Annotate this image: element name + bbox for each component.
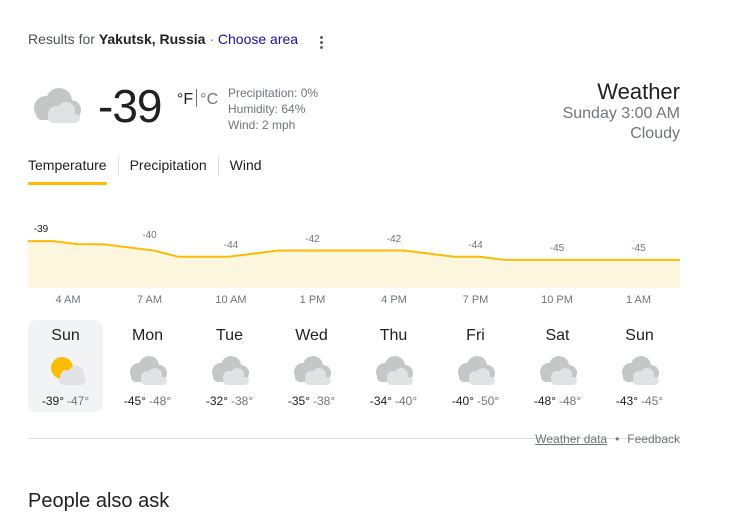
tab-divider	[217, 157, 219, 176]
day-low: -38°	[313, 394, 336, 408]
temperature-area	[28, 241, 680, 288]
hourly-time-label: 7 AM	[136, 294, 163, 306]
day-temps: -40° -50°	[438, 394, 513, 408]
day-high: -40°	[451, 394, 474, 408]
wind-text: Wind: 2 mph	[228, 118, 296, 132]
tab-divider	[117, 157, 119, 176]
hourly-time-label: 4 PM	[381, 294, 407, 306]
location-separator: ·	[209, 31, 214, 47]
day-low: -40°	[395, 394, 418, 408]
hourly-temp-label: -42	[386, 233, 402, 245]
day-name: Wed	[295, 327, 328, 344]
day-card[interactable]: Sun -43° -45°	[602, 320, 677, 412]
day-name: Thu	[379, 327, 408, 344]
day-high: -35°	[287, 394, 310, 408]
day-name: Tue	[216, 327, 243, 344]
cloudy-icon	[373, 353, 415, 387]
cloudy-icon	[127, 353, 169, 387]
day-card[interactable]: Mon -45° -48°	[110, 320, 185, 412]
hourly-temp-label: -40	[142, 230, 157, 242]
unit-toggle: °F °C	[177, 89, 218, 109]
footer: Weather data • Feedback	[535, 432, 680, 446]
hourly-chart-svg	[28, 240, 680, 288]
more-vert-icon[interactable]	[314, 33, 328, 51]
day-name: Sun	[625, 327, 654, 344]
day-low: -48°	[559, 394, 582, 408]
day-temps: -35° -38°	[274, 394, 349, 408]
hourly-temp-label: -45	[549, 242, 565, 254]
day-temps: -43° -45°	[602, 394, 677, 408]
hourly-temp-label: -42	[305, 233, 320, 245]
day-high: -34°	[369, 394, 392, 408]
weather-datetime: Sunday 3:00 AM	[562, 105, 680, 122]
day-temps: -48° -48°	[520, 394, 595, 408]
hourly-time-label: 4 AM	[55, 294, 81, 306]
day-name: Mon	[131, 327, 164, 344]
weather-details: Precipitation: 0% Humidity: 64% Wind: 2 …	[228, 85, 318, 133]
day-card[interactable]: Fri -40° -50°	[438, 320, 513, 412]
day-high: -39°	[41, 394, 64, 408]
weather-tabs: Temperature Precipitation Wind	[28, 155, 262, 185]
humidity-text: Humidity: 64%	[228, 102, 306, 116]
hourly-temp-label: -44	[468, 239, 483, 251]
day-temps: -34° -40°	[356, 394, 431, 408]
day-low: -38°	[231, 394, 254, 408]
hourly-temp-label: -44	[223, 239, 239, 251]
day-temps: -45° -48°	[110, 394, 185, 408]
day-card[interactable]: Tue -32° -38°	[192, 320, 267, 412]
weather-data-link[interactable]: Weather data	[535, 432, 607, 446]
day-name: Sat	[545, 327, 570, 344]
footer-dot: •	[615, 432, 620, 446]
cloudy-icon	[619, 353, 661, 387]
tab-wind[interactable]: Wind	[230, 155, 262, 183]
location-name: Yakutsk, Russia	[98, 31, 206, 47]
tab-temperature[interactable]: Temperature	[28, 155, 107, 185]
day-low: -45°	[641, 394, 664, 408]
results-prefix: Results for	[28, 31, 95, 47]
fahrenheit-toggle[interactable]: °F	[177, 91, 193, 108]
day-high: -32°	[205, 394, 228, 408]
hourly-time-label: 7 PM	[462, 294, 489, 306]
day-low: -47°	[67, 394, 90, 408]
day-high: -43°	[615, 394, 638, 408]
cloudy-icon	[209, 353, 251, 387]
choose-area-link[interactable]: Choose area	[218, 31, 298, 47]
day-name: Sun	[51, 327, 80, 344]
weather-condition: Cloudy	[630, 125, 680, 142]
day-card[interactable]: Sat -48° -48°	[520, 320, 595, 412]
day-name: Fri	[466, 327, 485, 344]
day-high: -45°	[123, 394, 146, 408]
cloudy-icon	[34, 88, 81, 123]
current-temperature: -39	[98, 80, 162, 132]
hourly-time-label: 10 PM	[541, 294, 573, 306]
celsius-toggle[interactable]: °C	[200, 91, 218, 108]
hourly-temp-label: -39	[33, 224, 49, 236]
hourly-temperature-chart: -39 -40 -44 -42 -42 -44 -45 -45	[28, 218, 680, 288]
day-card[interactable]: Sun -39° -47°	[28, 320, 103, 412]
hourly-time-axis: 4 AM 7 AM 10 AM 1 PM 4 PM 7 PM 10 PM 1 AM	[28, 294, 680, 308]
tab-precipitation[interactable]: Precipitation	[130, 155, 207, 183]
cloudy-icon	[455, 353, 497, 387]
cloudy-icon	[291, 353, 333, 387]
hourly-time-label: 1 PM	[299, 294, 326, 306]
hourly-temp-label: -45	[631, 242, 646, 254]
weather-title: Weather	[597, 79, 680, 104]
day-temps: -32° -38°	[192, 394, 267, 408]
partly-sunny-icon	[45, 353, 87, 387]
day-high: -48°	[533, 394, 556, 408]
day-low: -50°	[477, 394, 500, 408]
hourly-time-label: 10 AM	[215, 294, 247, 306]
unit-divider	[196, 89, 198, 107]
hourly-time-label: 1 AM	[625, 294, 652, 306]
day-low: -48°	[149, 394, 172, 408]
day-temps: -39° -47°	[28, 394, 103, 408]
daily-forecast: Sun -39° -47° Mon -45° -48° Tue -32° -38° Wed -35°…	[28, 320, 684, 412]
day-card[interactable]: Thu -34° -40°	[356, 320, 431, 412]
cloudy-icon	[537, 353, 579, 387]
feedback-link[interactable]: Feedback	[627, 432, 680, 446]
day-card[interactable]: Wed -35° -38°	[274, 320, 349, 412]
location-line: Results for Yakutsk, Russia · Choose are…	[28, 31, 298, 47]
precipitation-text: Precipitation: 0%	[228, 86, 319, 100]
